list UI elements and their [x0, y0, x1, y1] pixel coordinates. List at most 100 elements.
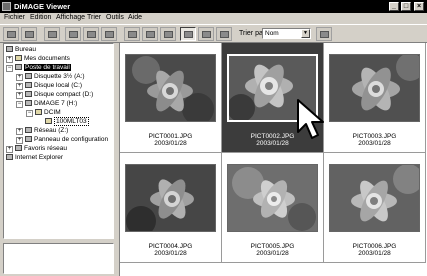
cut-icon[interactable] [65, 27, 81, 41]
folder-icon [15, 55, 22, 61]
tree-item-poste-de-travail[interactable]: − Poste de travail [6, 63, 71, 72]
folder-tree[interactable]: Bureau + Mes documents − Poste de travail … [3, 43, 114, 239]
tree-item-label: Bureau [15, 46, 36, 53]
menu-affichage[interactable]: Affichage [56, 14, 85, 21]
tree-item-mes-documents[interactable]: + Mes documents [6, 54, 70, 63]
menu-fichier[interactable]: Fichier [4, 14, 25, 21]
control-panel-icon [25, 136, 32, 142]
tree-item-disque-local[interactable]: + Disque local (C:) [16, 81, 82, 90]
tree-item-label: Disquette 3½ (A:) [34, 73, 85, 80]
flower-thumbnail-image[interactable] [329, 54, 420, 122]
sort-value: Nom [265, 30, 279, 37]
tree-item-disquette[interactable]: + Disquette 3½ (A:) [16, 72, 85, 81]
flower-thumbnail-image[interactable] [125, 54, 216, 122]
sort-dropdown[interactable]: Nom ▼ [262, 28, 311, 39]
tree-item-label: 100MLT03 [54, 117, 89, 126]
tree-item-label: Panneau de configuration [34, 136, 109, 143]
thumbnail-item[interactable]: PICT0001.JPG 2003/01/28 [120, 43, 222, 153]
expand-icon[interactable]: + [6, 56, 13, 63]
copy-icon[interactable] [83, 27, 99, 41]
thumbnail-date: 2003/01/28 [154, 250, 187, 257]
list-view-icon[interactable] [216, 27, 232, 41]
network-icon [15, 145, 22, 151]
thumbnail-item[interactable]: PICT0004.JPG 2003/01/28 [120, 153, 222, 263]
collapse-icon[interactable]: − [6, 65, 13, 72]
thumbnail-filename: PICT0004.JPG [148, 243, 193, 250]
tree-item-dcim[interactable]: − DCIM [26, 108, 61, 117]
detail-view-icon[interactable] [198, 27, 214, 41]
expand-icon[interactable]: + [16, 137, 23, 144]
flower-thumbnail-image[interactable] [125, 164, 216, 232]
print-icon[interactable] [44, 27, 60, 41]
tree-item-label: Mes documents [24, 55, 70, 62]
desktop-icon [6, 46, 13, 52]
rotate-right-icon[interactable] [142, 27, 158, 41]
thumbnail-filename: PICT0005.JPG [250, 243, 295, 250]
thumbnail-filename: PICT0006.JPG [352, 243, 397, 250]
menu-trier[interactable]: Trier [87, 14, 101, 21]
hard-drive-icon [25, 82, 32, 88]
sort-order-icon[interactable] [316, 27, 332, 41]
cd-drive-icon [25, 91, 32, 97]
tree-item-disque-compact[interactable]: + Disque compact (D:) [16, 90, 93, 99]
mouse-pointer-icon [297, 99, 324, 139]
expand-icon[interactable]: + [16, 92, 23, 99]
window-title: DiMAGE Viewer [14, 2, 71, 11]
open-folder-icon[interactable] [3, 27, 19, 41]
thumbnail-date: 2003/01/28 [358, 250, 391, 257]
paste-icon[interactable] [101, 27, 117, 41]
expand-icon[interactable]: + [16, 83, 23, 90]
expand-icon[interactable]: + [16, 74, 23, 81]
rotate-left-icon[interactable] [124, 27, 140, 41]
tree-item-panneau[interactable]: + Panneau de configuration [16, 135, 108, 144]
thumbnail-view-icon[interactable] [180, 27, 196, 41]
removable-drive-icon [25, 100, 32, 106]
thumbnail-item[interactable]: PICT0003.JPG 2003/01/28 [324, 43, 426, 153]
tree-item-label: Favoris réseau [24, 145, 67, 152]
menu-aide[interactable]: Aide [128, 14, 142, 21]
chevron-down-icon[interactable]: ▼ [301, 29, 310, 38]
image-edit-icon[interactable] [160, 27, 176, 41]
tree-item-label: DiMAGE 7 (H:) [34, 100, 78, 107]
folder-icon [35, 109, 42, 115]
thumbnail-filename: PICT0001.JPG [148, 133, 193, 140]
tree-item-100mlt03[interactable]: 100MLT03 [45, 117, 89, 126]
thumbnail-date: 2003/01/28 [256, 250, 289, 257]
tree-item-label: Réseau (Z:) [34, 127, 69, 134]
thumbnail-item[interactable]: PICT0006.JPG 2003/01/28 [324, 153, 426, 263]
toolbar: Trier par : Nom ▼ [0, 24, 427, 43]
open-folder-icon [45, 118, 52, 124]
tree-item-dimage[interactable]: − DiMAGE 7 (H:) [16, 99, 77, 108]
title-bar: DiMAGE Viewer _ □ × [0, 0, 427, 13]
tree-item-label: Disque local (C:) [34, 82, 83, 89]
menu-edition[interactable]: Edition [30, 14, 51, 21]
thumbnail-grid[interactable]: PICT0001.JPG 2003/01/28 PICT0002.JPG 200… [119, 43, 427, 276]
tree-item-label: Internet Explorer [15, 154, 64, 161]
tree-item-favoris-reseau[interactable]: + Favoris réseau [6, 144, 67, 153]
flower-thumbnail-image[interactable] [227, 164, 318, 232]
thumbnail-item[interactable]: PICT0005.JPG 2003/01/28 [222, 153, 324, 263]
thumbnail-filename: PICT0003.JPG [352, 133, 397, 140]
expand-icon[interactable]: + [6, 146, 13, 153]
tree-item-reseau[interactable]: + Réseau (Z:) [16, 126, 68, 135]
thumbnail-date: 2003/01/28 [154, 140, 187, 147]
internet-explorer-icon [6, 154, 13, 160]
floppy-icon [25, 73, 32, 79]
minimize-button[interactable]: _ [389, 2, 399, 11]
tree-item-label: Disque compact (D:) [34, 91, 94, 98]
tree-item-label: Poste de travail [24, 64, 71, 71]
close-button[interactable]: × [414, 2, 424, 11]
collapse-icon[interactable]: − [16, 101, 23, 108]
tree-item-bureau[interactable]: Bureau [6, 45, 36, 54]
menu-outils[interactable]: Outils [106, 14, 124, 21]
computer-icon [15, 64, 22, 70]
menu-bar: Fichier Edition Affichage Trier Outils A… [0, 13, 427, 24]
tree-item-internet-explorer[interactable]: Internet Explorer [6, 153, 63, 162]
collapse-icon[interactable]: − [26, 110, 33, 117]
flower-thumbnail-image[interactable] [329, 164, 420, 232]
maximize-button[interactable]: □ [401, 2, 411, 11]
save-icon[interactable] [21, 27, 37, 41]
expand-icon[interactable]: + [16, 128, 23, 135]
app-icon[interactable] [2, 2, 11, 11]
preview-pane [3, 243, 114, 274]
